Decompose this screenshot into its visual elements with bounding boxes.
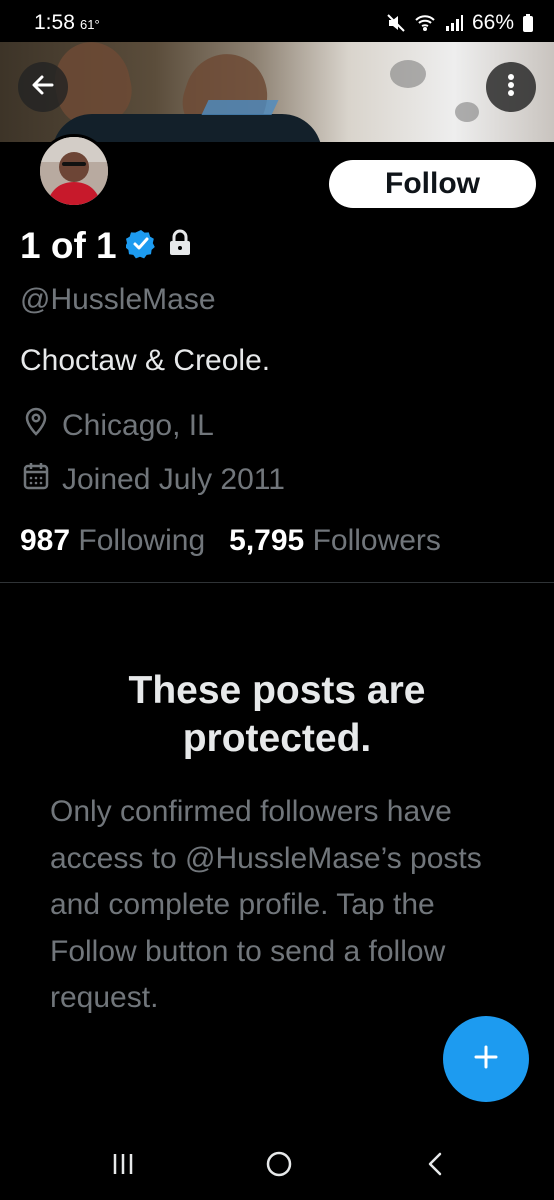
profile-bio: Choctaw & Creole. [20, 344, 271, 377]
recent-apps-icon [108, 1151, 138, 1182]
profile-joined-date: Joined July 2011 [62, 463, 285, 496]
following-link[interactable]: 987 Following [20, 524, 205, 557]
followers-link[interactable]: 5,795 Followers [229, 524, 441, 557]
wifi-icon [414, 13, 436, 33]
following-count: 987 [20, 524, 71, 557]
arrow-left-icon [29, 71, 57, 104]
system-back-button[interactable] [414, 1148, 456, 1184]
display-name: 1 of 1 [20, 225, 117, 266]
recent-apps-button[interactable] [102, 1148, 144, 1184]
plus-icon [469, 1040, 503, 1079]
status-temperature: 61° [80, 17, 100, 32]
status-time: 1:58 [34, 11, 75, 34]
profile-location: Chicago, IL [62, 409, 214, 442]
joined-row: Joined July 2011 [20, 460, 285, 500]
system-back-icon [422, 1149, 448, 1184]
status-bar: 1:58 61° 66% [0, 0, 554, 42]
battery-percentage: 66% [471, 11, 514, 34]
profile-banner[interactable] [0, 42, 554, 142]
status-icons: 66% [386, 11, 534, 35]
banner-wall-spot [455, 102, 479, 122]
banner-shirt [52, 114, 322, 142]
mute-icon [386, 13, 406, 33]
protected-posts-description: Only confirmed followers have access to … [50, 795, 482, 1014]
profile-divider [0, 582, 554, 583]
following-label: Following [78, 524, 206, 557]
display-name-row: 1 of 1 [20, 225, 195, 267]
home-button[interactable] [258, 1148, 300, 1184]
verified-badge-icon [124, 229, 156, 264]
follow-counts: 987 Following 5,795 Followers [20, 524, 441, 558]
banner-stripe [201, 100, 279, 115]
home-circle-icon [263, 1148, 295, 1185]
compose-post-button[interactable] [443, 1016, 529, 1102]
battery-icon [522, 13, 534, 33]
avatar[interactable] [37, 134, 111, 208]
calendar-icon [20, 460, 52, 500]
lock-icon [165, 229, 195, 264]
more-options-button[interactable] [486, 62, 536, 112]
follow-button[interactable]: Follow [329, 160, 536, 208]
more-vertical-icon [497, 71, 525, 104]
system-navigation-bar [0, 1130, 554, 1200]
back-button[interactable] [18, 62, 68, 112]
followers-label: Followers [312, 524, 441, 557]
signal-icon [444, 13, 464, 33]
banner-wall-spot [390, 60, 426, 88]
profile-handle: @HussleMase [20, 283, 216, 316]
location-pin-icon [20, 406, 52, 446]
protected-posts-title: These posts are protected. [128, 669, 426, 760]
location-row: Chicago, IL [20, 406, 214, 446]
followers-count: 5,795 [229, 524, 305, 557]
